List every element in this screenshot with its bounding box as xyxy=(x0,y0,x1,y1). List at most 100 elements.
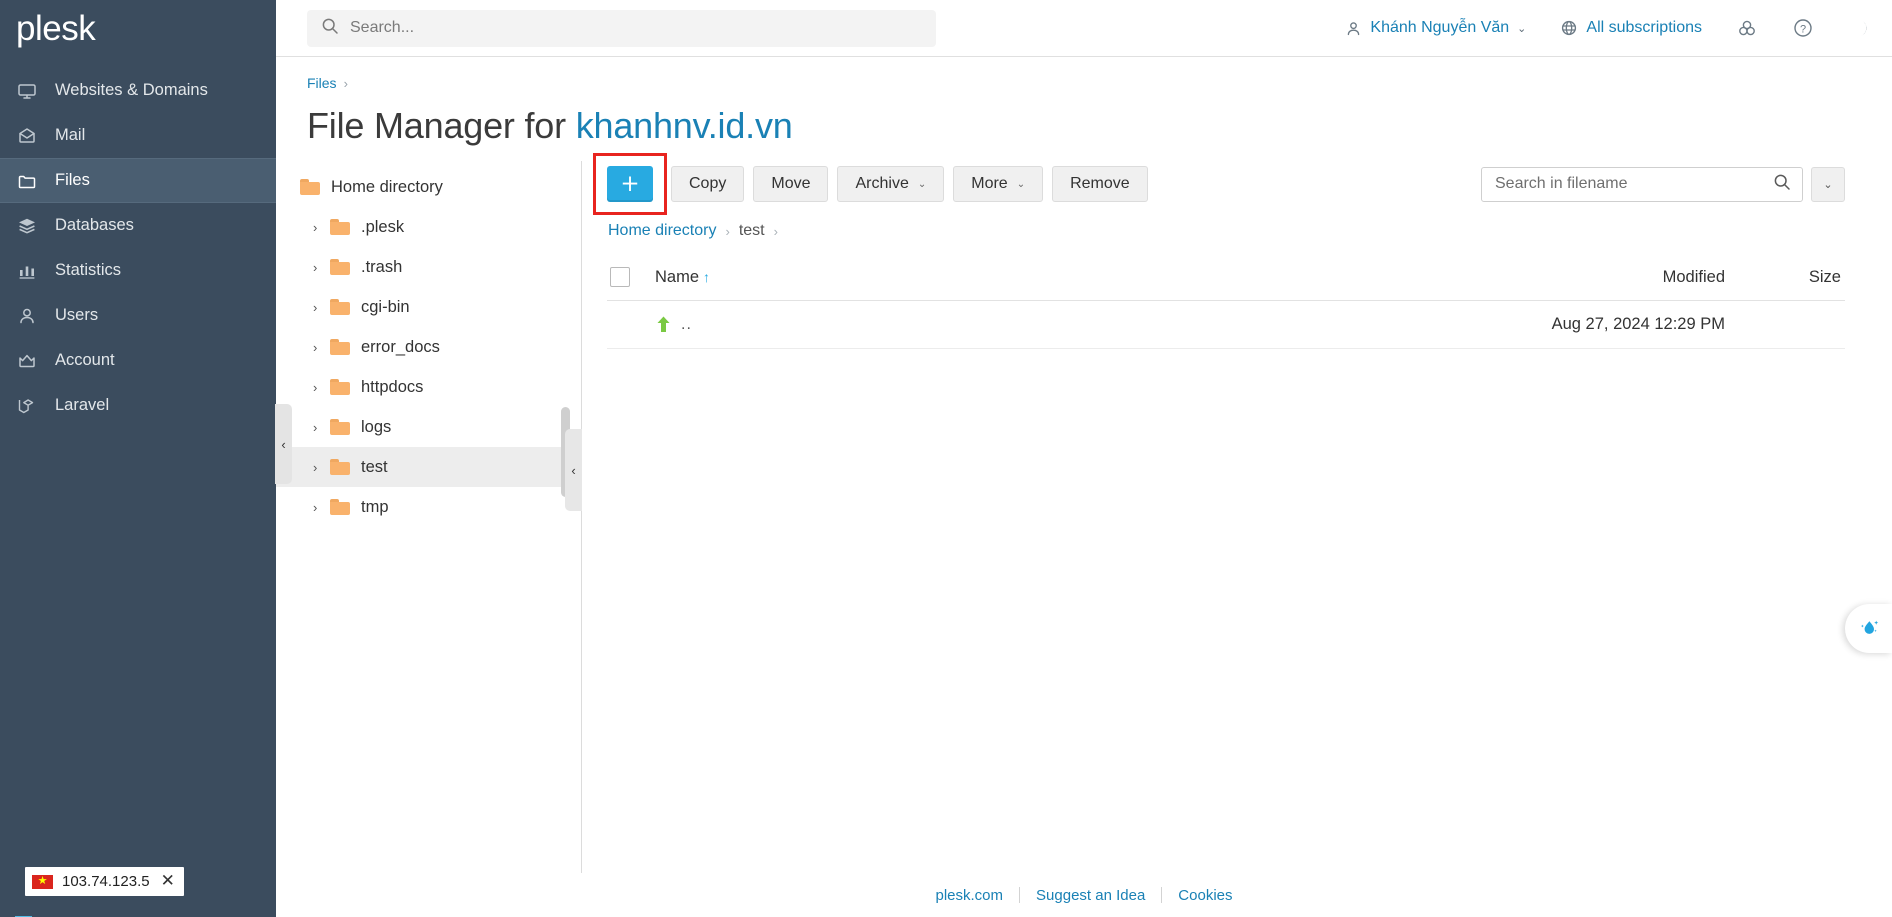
chevron-right-icon[interactable]: › xyxy=(313,380,330,395)
sidebar-item-label: Files xyxy=(55,171,90,190)
path-segment-home-directory[interactable]: Home directory xyxy=(608,222,716,240)
sidebar-item-databases[interactable]: Databases xyxy=(0,203,276,248)
sidebar-item-laravel[interactable]: Laravel xyxy=(0,383,276,428)
folder-icon xyxy=(330,219,350,235)
chevron-right-icon[interactable]: › xyxy=(313,500,330,515)
file-search-box[interactable] xyxy=(1481,167,1803,202)
copy-button[interactable]: Copy xyxy=(671,166,744,202)
select-all-checkbox[interactable] xyxy=(610,267,630,287)
page-footer: plesk.com Suggest an Idea Cookies xyxy=(276,873,1892,917)
tree-node-plesk[interactable]: › .plesk xyxy=(276,207,581,247)
column-header-size-label: Size xyxy=(1809,268,1841,286)
file-tree-panel: Home directory › .plesk › .trash › xyxy=(276,161,582,873)
folder-icon xyxy=(330,419,350,435)
remove-button[interactable]: Remove xyxy=(1052,166,1148,202)
new-button-highlight: + xyxy=(593,153,667,215)
top-bar: Search... Khánh Nguyễn Văn ⌄ All subscri… xyxy=(276,0,1892,57)
tree-node-cgi-bin[interactable]: › cgi-bin xyxy=(276,287,581,327)
path-segment-test[interactable]: test xyxy=(739,222,765,240)
parent-directory-link[interactable]: .. xyxy=(655,315,1435,334)
help-icon[interactable]: ? xyxy=(1792,17,1814,39)
chevron-right-icon: › xyxy=(774,224,778,239)
footer-link-plesk-com[interactable]: plesk.com xyxy=(920,887,1020,904)
row-size-cell xyxy=(1725,301,1845,349)
column-header-name[interactable]: Name↑ xyxy=(655,257,1435,301)
column-header-name-label: Name xyxy=(655,268,699,286)
sidebar-item-statistics[interactable]: Statistics xyxy=(0,248,276,293)
global-search-input[interactable]: Search... xyxy=(307,10,936,47)
move-button[interactable]: Move xyxy=(753,166,828,202)
sidebar-item-label: Statistics xyxy=(55,261,121,280)
page-title-domain-link[interactable]: khanhnv.id.vn xyxy=(576,105,793,146)
sidebar-item-label: Websites & Domains xyxy=(55,81,208,100)
tree-node-logs[interactable]: › logs xyxy=(276,407,581,447)
user-menu[interactable]: Khánh Nguyễn Văn ⌄ xyxy=(1345,19,1526,37)
envelope-icon xyxy=(17,126,43,146)
sidebar-item-label: Laravel xyxy=(55,396,109,415)
sidebar-item-label: Mail xyxy=(55,126,85,145)
green-up-arrow-icon xyxy=(655,315,672,334)
tree-node-home-directory[interactable]: Home directory xyxy=(276,167,581,207)
brand-logo[interactable]: plesk xyxy=(0,0,276,58)
table-row[interactable]: .. Aug 27, 2024 12:29 PM xyxy=(607,301,1845,349)
close-icon[interactable]: ✕ xyxy=(161,873,175,890)
footer-link-cookies[interactable]: Cookies xyxy=(1162,887,1248,904)
ip-address-text: 103.74.123.5 xyxy=(62,873,150,890)
breadcrumb-item-files[interactable]: Files xyxy=(307,75,337,91)
chevron-right-icon[interactable]: › xyxy=(313,420,330,435)
search-icon[interactable] xyxy=(1773,173,1791,196)
column-header-modified[interactable]: Modified xyxy=(1435,257,1725,301)
file-table-header-row: Name↑ Modified Size xyxy=(607,257,1845,301)
chevron-right-icon[interactable]: › xyxy=(313,460,330,475)
more-button[interactable]: More ⌄ xyxy=(953,166,1043,202)
sidebar-item-files[interactable]: Files xyxy=(0,158,276,203)
ip-address-badge: 103.74.123.5 ✕ xyxy=(25,867,184,896)
column-header-size[interactable]: Size xyxy=(1725,257,1845,301)
tree-node-error-docs[interactable]: › error_docs xyxy=(276,327,581,367)
dark-mode-moon-icon[interactable] xyxy=(1848,17,1870,39)
tree-node-httpdocs[interactable]: › httpdocs xyxy=(276,367,581,407)
sidebar-item-label: Account xyxy=(55,351,115,370)
chevron-right-icon[interactable]: › xyxy=(313,260,330,275)
file-search-input[interactable] xyxy=(1493,174,1773,194)
sort-ascending-icon: ↑ xyxy=(703,269,710,285)
archive-button[interactable]: Archive ⌄ xyxy=(837,166,944,202)
global-search-placeholder: Search... xyxy=(350,19,414,37)
footer-link-suggest-an-idea[interactable]: Suggest an Idea xyxy=(1020,887,1161,904)
page-title: File Manager for khanhnv.id.vn xyxy=(307,105,1892,147)
top-bar-actions: Khánh Nguyễn Văn ⌄ All subscriptions ? xyxy=(1311,17,1870,39)
sidebar-collapse-handle[interactable]: ‹ xyxy=(275,404,292,484)
sidebar-item-mail[interactable]: Mail xyxy=(0,113,276,158)
chevron-right-icon[interactable]: › xyxy=(313,340,330,355)
plesk-logo-icon[interactable] xyxy=(1736,17,1758,39)
ai-assistant-droplet-icon[interactable] xyxy=(1845,604,1892,653)
new-button[interactable]: + xyxy=(607,166,653,202)
svg-text:?: ? xyxy=(1800,23,1806,35)
tree-node-test[interactable]: › test xyxy=(276,447,581,487)
file-tree-collapse-handle[interactable]: ‹ xyxy=(565,429,582,511)
folder-icon xyxy=(17,171,43,191)
tree-node-trash[interactable]: › .trash xyxy=(276,247,581,287)
database-stack-icon xyxy=(17,216,43,236)
file-search-options-dropdown[interactable]: ⌄ xyxy=(1811,167,1845,202)
globe-icon xyxy=(1560,19,1578,37)
tree-node-label: logs xyxy=(361,418,391,437)
search-icon xyxy=(321,17,339,40)
tree-node-tmp[interactable]: › tmp xyxy=(276,487,581,527)
chevron-right-icon[interactable]: › xyxy=(313,300,330,315)
main-region: Search... Khánh Nguyễn Văn ⌄ All subscri… xyxy=(276,0,1892,917)
sidebar-item-websites-domains[interactable]: Websites & Domains xyxy=(0,68,276,113)
crown-icon xyxy=(17,351,43,371)
all-subscriptions-label: All subscriptions xyxy=(1586,19,1702,37)
chevron-right-icon[interactable]: › xyxy=(313,220,330,235)
sidebar-item-users[interactable]: Users xyxy=(0,293,276,338)
more-button-label: More xyxy=(971,175,1007,193)
file-list-panel: + Copy Move Archive ⌄ More xyxy=(582,161,1892,873)
tree-node-label: tmp xyxy=(361,498,389,517)
breadcrumb: Files › xyxy=(307,75,1892,91)
all-subscriptions-link[interactable]: All subscriptions xyxy=(1560,19,1702,37)
row-name-cell[interactable]: .. xyxy=(655,301,1435,349)
chevron-down-icon: ⌄ xyxy=(1017,179,1025,190)
sidebar-item-account[interactable]: Account xyxy=(0,338,276,383)
column-header-modified-label: Modified xyxy=(1663,268,1725,286)
